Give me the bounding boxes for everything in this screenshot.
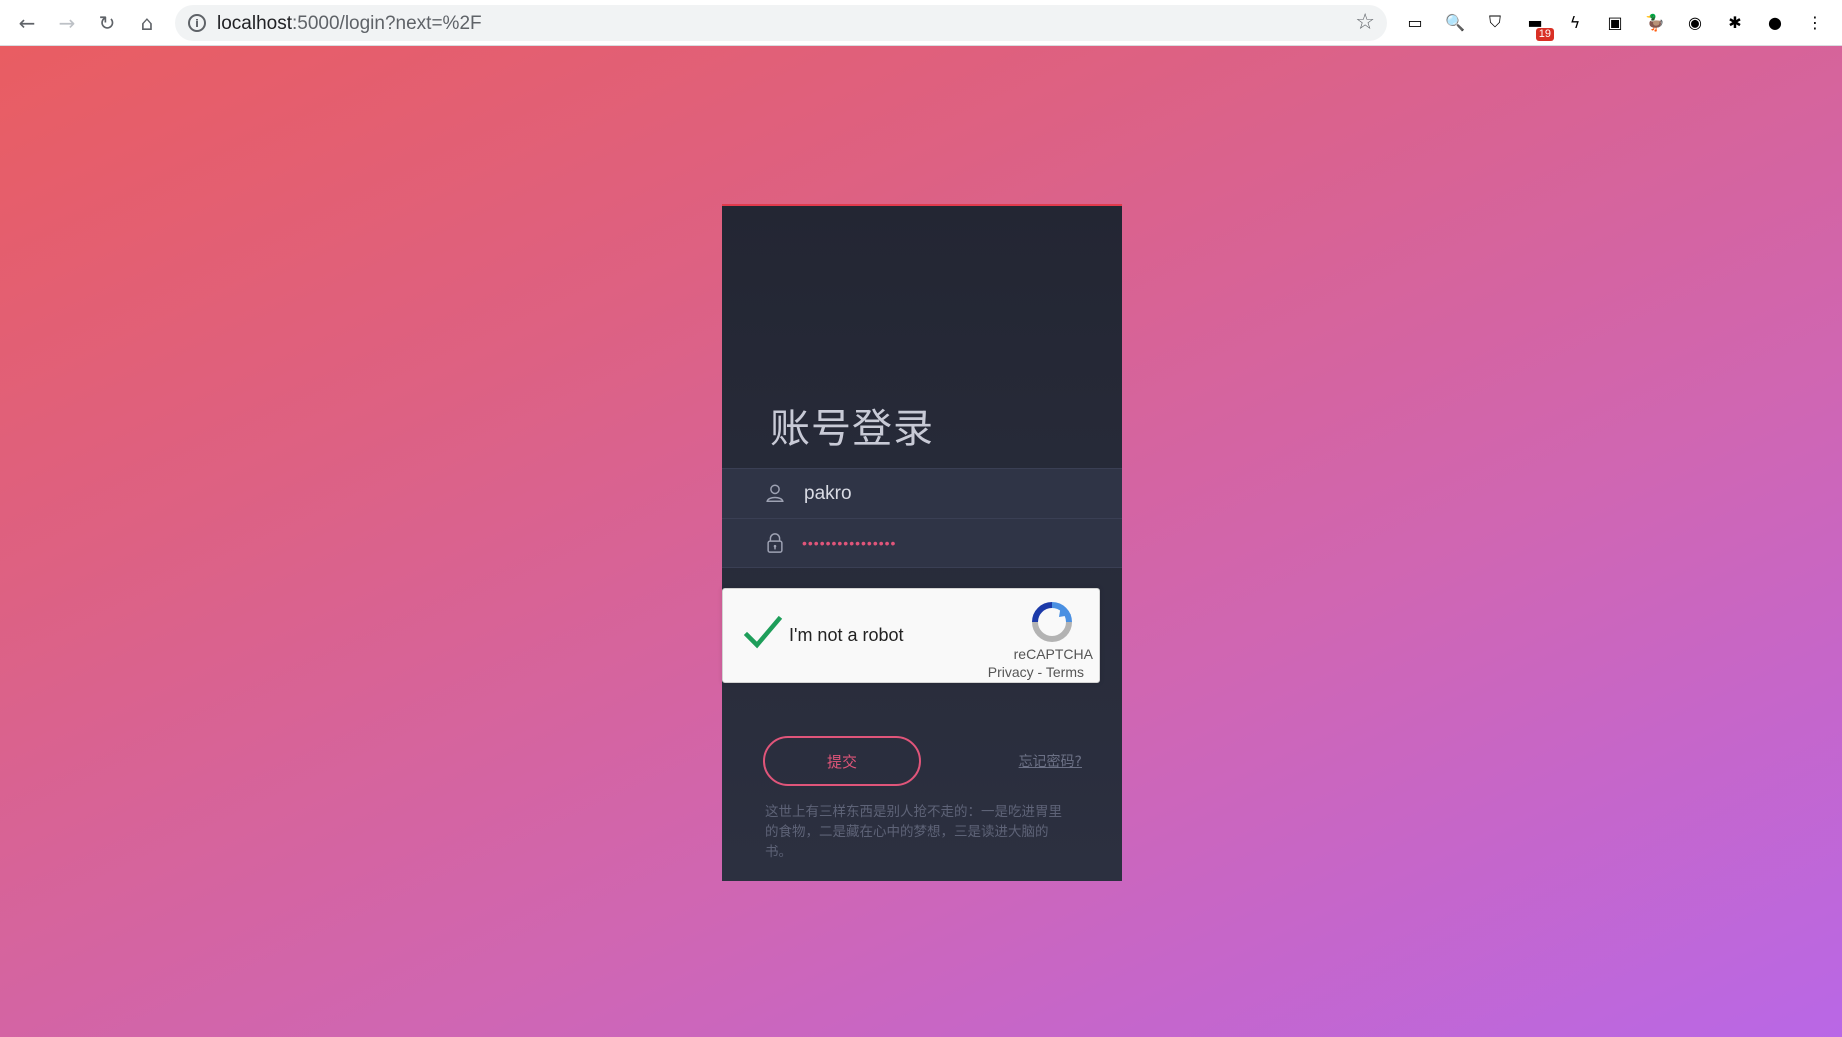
recaptcha-label: I'm not a robot [789, 625, 904, 645]
arrow-right-icon: → [58, 11, 76, 35]
profile-avatar-icon-glyph: ● [1768, 12, 1782, 32]
duck-extension-icon[interactable]: 🦆 [1642, 9, 1668, 35]
home-icon: ⌂ [140, 11, 154, 35]
reload-button[interactable]: ↻ [90, 6, 124, 40]
bitwarden-icon[interactable]: ⛉ [1482, 9, 1508, 35]
password-field[interactable]: •••••••••••••••• [722, 518, 1122, 568]
recaptcha-separator: - [1033, 664, 1046, 680]
page-background: 账号登录 •••••••••••••••• I'm not a robot [0, 46, 1842, 1037]
search-extension-icon-glyph: 🔍 [1445, 12, 1465, 32]
picture-in-picture-icon-glyph: ▣ [1607, 12, 1623, 32]
address-bar[interactable]: i localhost:5000/login?next=%2F ☆ [175, 5, 1387, 41]
puzzle-extensions-icon[interactable]: ✱ [1722, 9, 1748, 35]
notification-extension-icon[interactable]: ▬ 19 [1522, 9, 1554, 41]
forward-button[interactable]: → [50, 6, 84, 40]
bookmark-star-icon[interactable]: ☆ [1355, 10, 1375, 35]
login-title: 账号登录 [770, 406, 934, 452]
translate-extension-icon[interactable]: ◉ [1682, 9, 1708, 35]
cast-icon-glyph: ▭ [1407, 12, 1423, 32]
forgot-password-link[interactable]: 忘记密码? [1019, 751, 1082, 771]
quote-text: 这世上有三样东西是别人抢不走的：一是吃进胃里的食物，二是藏在心中的梦想，三是读进… [765, 804, 1062, 860]
recaptcha-terms-link[interactable]: Terms [1046, 664, 1084, 680]
cast-icon[interactable]: ▭ [1402, 9, 1428, 35]
extension-badge: 19 [1535, 28, 1554, 41]
recaptcha-links: Privacy - Terms [988, 664, 1084, 680]
purple-extension-icon-glyph: ϟ [1569, 12, 1581, 32]
username-field[interactable] [722, 468, 1122, 518]
duck-extension-icon-glyph: 🦆 [1645, 12, 1665, 32]
recaptcha-brand: reCAPTCHA [1013, 646, 1093, 662]
user-icon [766, 484, 784, 502]
purple-extension-icon[interactable]: ϟ [1562, 9, 1588, 35]
username-input[interactable] [802, 482, 1092, 506]
picture-in-picture-icon[interactable]: ▣ [1602, 9, 1628, 35]
recaptcha-widget: I'm not a robot reCAPTCHA Privacy - Term… [722, 588, 1100, 683]
menu-kebab-icon-glyph: ⋮ [1807, 12, 1823, 32]
browser-toolbar: ← → ↻ ⌂ i localhost:5000/login?next=%2F … [0, 0, 1842, 46]
lock-icon [767, 533, 783, 553]
submit-button[interactable]: 提交 [763, 736, 921, 786]
url-text[interactable]: localhost:5000/login?next=%2F [217, 13, 482, 35]
password-input[interactable]: •••••••••••••••• [802, 535, 1092, 551]
menu-kebab-icon[interactable]: ⋮ [1802, 9, 1828, 35]
bitwarden-icon-glyph: ⛉ [1488, 12, 1501, 31]
recaptcha-privacy-link[interactable]: Privacy [988, 664, 1034, 680]
recaptcha-checkmark-icon[interactable] [743, 613, 783, 653]
home-button[interactable]: ⌂ [130, 6, 164, 40]
site-info-icon[interactable]: i [188, 14, 206, 32]
reload-icon: ↻ [98, 11, 116, 35]
recaptcha-logo-icon [1032, 602, 1072, 642]
back-button[interactable]: ← [10, 6, 44, 40]
profile-avatar-icon[interactable]: ● [1762, 9, 1788, 35]
arrow-left-icon: ← [18, 11, 36, 35]
search-extension-icon[interactable]: 🔍 [1442, 9, 1468, 35]
translate-extension-icon-glyph: ◉ [1688, 12, 1702, 32]
puzzle-extensions-icon-glyph: ✱ [1728, 12, 1742, 32]
login-card: 账号登录 •••••••••••••••• I'm not a robot [722, 204, 1122, 881]
